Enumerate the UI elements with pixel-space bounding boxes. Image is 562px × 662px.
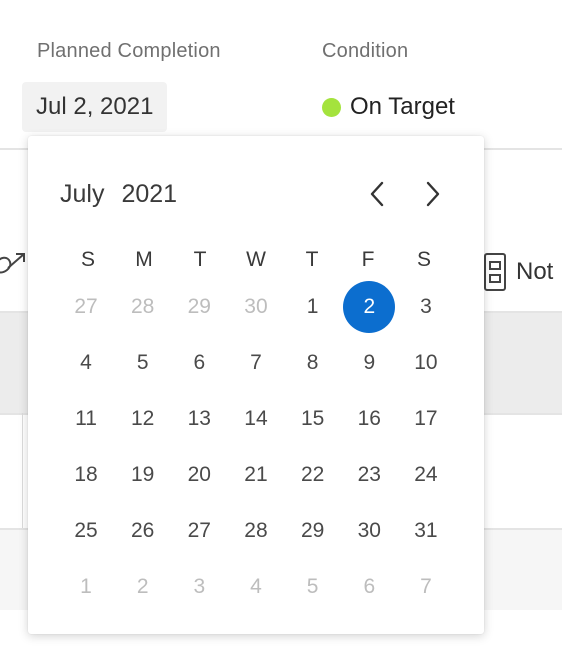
weekday-header: SMTWTFS xyxy=(60,241,452,279)
calendar-day[interactable]: 23 xyxy=(343,449,395,501)
calendar-day[interactable]: 9 xyxy=(343,337,395,389)
condition-label: Condition xyxy=(322,40,409,62)
calendar-day[interactable]: 27 xyxy=(173,505,225,557)
calendar-day[interactable]: 6 xyxy=(173,337,225,389)
condition-status[interactable]: On Target xyxy=(322,90,455,124)
calendar-month-year: July 2021 xyxy=(60,180,177,209)
calendar-day-outside-month[interactable]: 2 xyxy=(117,561,169,613)
condition-status-label: On Target xyxy=(350,93,455,120)
calendar-day[interactable]: 12 xyxy=(117,393,169,445)
calendar-day[interactable]: 1 xyxy=(287,281,339,333)
planned-completion-date-button[interactable]: Jul 2, 2021 xyxy=(22,82,168,132)
calendar-day[interactable]: 26 xyxy=(117,505,169,557)
calendar-day[interactable]: 4 xyxy=(60,337,112,389)
planned-completion-date-value: Jul 2, 2021 xyxy=(36,93,154,120)
notes-icon xyxy=(484,253,506,291)
calendar-day[interactable]: 11 xyxy=(60,393,112,445)
calendar-day[interactable]: 14 xyxy=(230,393,282,445)
status-dot-icon xyxy=(322,97,341,117)
calendar-day-outside-month[interactable]: 29 xyxy=(173,281,225,333)
calendar-day[interactable]: 28 xyxy=(230,505,282,557)
calendar-day[interactable]: 10 xyxy=(400,337,452,389)
calendar-day-outside-month[interactable]: 27 xyxy=(60,281,112,333)
calendar-month: July xyxy=(60,180,105,208)
calendar-day-outside-month[interactable]: 30 xyxy=(230,281,282,333)
calendar-day[interactable]: 17 xyxy=(400,393,452,445)
chevron-right-icon xyxy=(426,181,440,207)
calendar-day-selected[interactable]: 2 xyxy=(343,281,396,333)
calendar-day[interactable]: 7 xyxy=(230,337,282,389)
weekday-label: S xyxy=(416,248,431,271)
calendar-week-row: 1234567 xyxy=(60,559,452,615)
calendar-day-outside-month[interactable]: 5 xyxy=(287,561,339,613)
calendar-day[interactable]: 8 xyxy=(287,337,339,389)
calendar-day[interactable]: 5 xyxy=(117,337,169,389)
calendar-day[interactable]: 16 xyxy=(343,393,395,445)
calendar-week-row: 4 5 6 7 8 9 10 xyxy=(60,335,452,391)
calendar-day[interactable]: 22 xyxy=(287,449,339,501)
calendar-week-row: 11 12 13 14 15 16 17 xyxy=(60,391,452,447)
calendar-week-row: 27 28 29 30 1 2 3 xyxy=(60,279,452,335)
link-arrow-icon[interactable] xyxy=(0,248,28,282)
next-month-button[interactable] xyxy=(416,176,448,212)
divider xyxy=(22,413,23,529)
calendar-year: 2021 xyxy=(121,180,178,208)
calendar-week-row: 18 19 20 21 22 23 24 xyxy=(60,447,452,503)
calendar-day[interactable]: 29 xyxy=(287,505,339,557)
planned-completion-label: Planned Completion xyxy=(37,40,221,62)
calendar-day-outside-month[interactable]: 28 xyxy=(117,281,169,333)
calendar-day-outside-month[interactable]: 3 xyxy=(173,561,225,613)
calendar-day[interactable]: 15 xyxy=(287,393,339,445)
weekday-label: W xyxy=(246,248,266,271)
calendar-day[interactable]: 24 xyxy=(400,449,452,501)
previous-month-button[interactable] xyxy=(362,176,394,212)
calendar-day-outside-month[interactable]: 1 xyxy=(60,561,112,613)
calendar-day[interactable]: 21 xyxy=(230,449,282,501)
calendar-day[interactable]: 18 xyxy=(60,449,112,501)
weekday-label: S xyxy=(80,248,95,271)
calendar-weeks: 27 28 29 30 1 2 3 4 5 6 7 8 9 10 11 12 13 14 15 16 17 18 19 20 2… xyxy=(60,279,452,615)
weekday-label: M xyxy=(135,248,153,271)
weekday-label: T xyxy=(193,248,207,271)
calendar-day-outside-month[interactable]: 6 xyxy=(343,561,395,613)
weekday-label: T xyxy=(305,248,319,271)
calendar-day[interactable]: 25 xyxy=(60,505,112,557)
calendar-day[interactable]: 20 xyxy=(173,449,225,501)
calendar-day[interactable]: 13 xyxy=(173,393,225,445)
date-picker-popover: July 2021 SMTWTFS 27 28 29 30 1 2 3 4 5 6 7 8 9 10 11 1… xyxy=(28,136,484,634)
weekday-label: F xyxy=(361,248,375,271)
chevron-left-icon xyxy=(370,181,384,207)
calendar-week-row: 25 26 27 28 29 30 31 xyxy=(60,503,452,559)
calendar-grid: SMTWTFS 27 28 29 30 1 2 3 4 5 6 7 8 9 10 11 12 13 14 15 16 1… xyxy=(60,241,452,615)
tab-notes[interactable]: Not xyxy=(484,252,553,292)
calendar-day-outside-month[interactable]: 7 xyxy=(400,561,452,613)
calendar-day[interactable]: 31 xyxy=(400,505,452,557)
calendar-day[interactable]: 30 xyxy=(343,505,395,557)
calendar-day[interactable]: 3 xyxy=(400,281,452,333)
calendar-day[interactable]: 19 xyxy=(117,449,169,501)
calendar-day-outside-month[interactable]: 4 xyxy=(230,561,282,613)
tab-notes-label: Not xyxy=(516,258,554,285)
